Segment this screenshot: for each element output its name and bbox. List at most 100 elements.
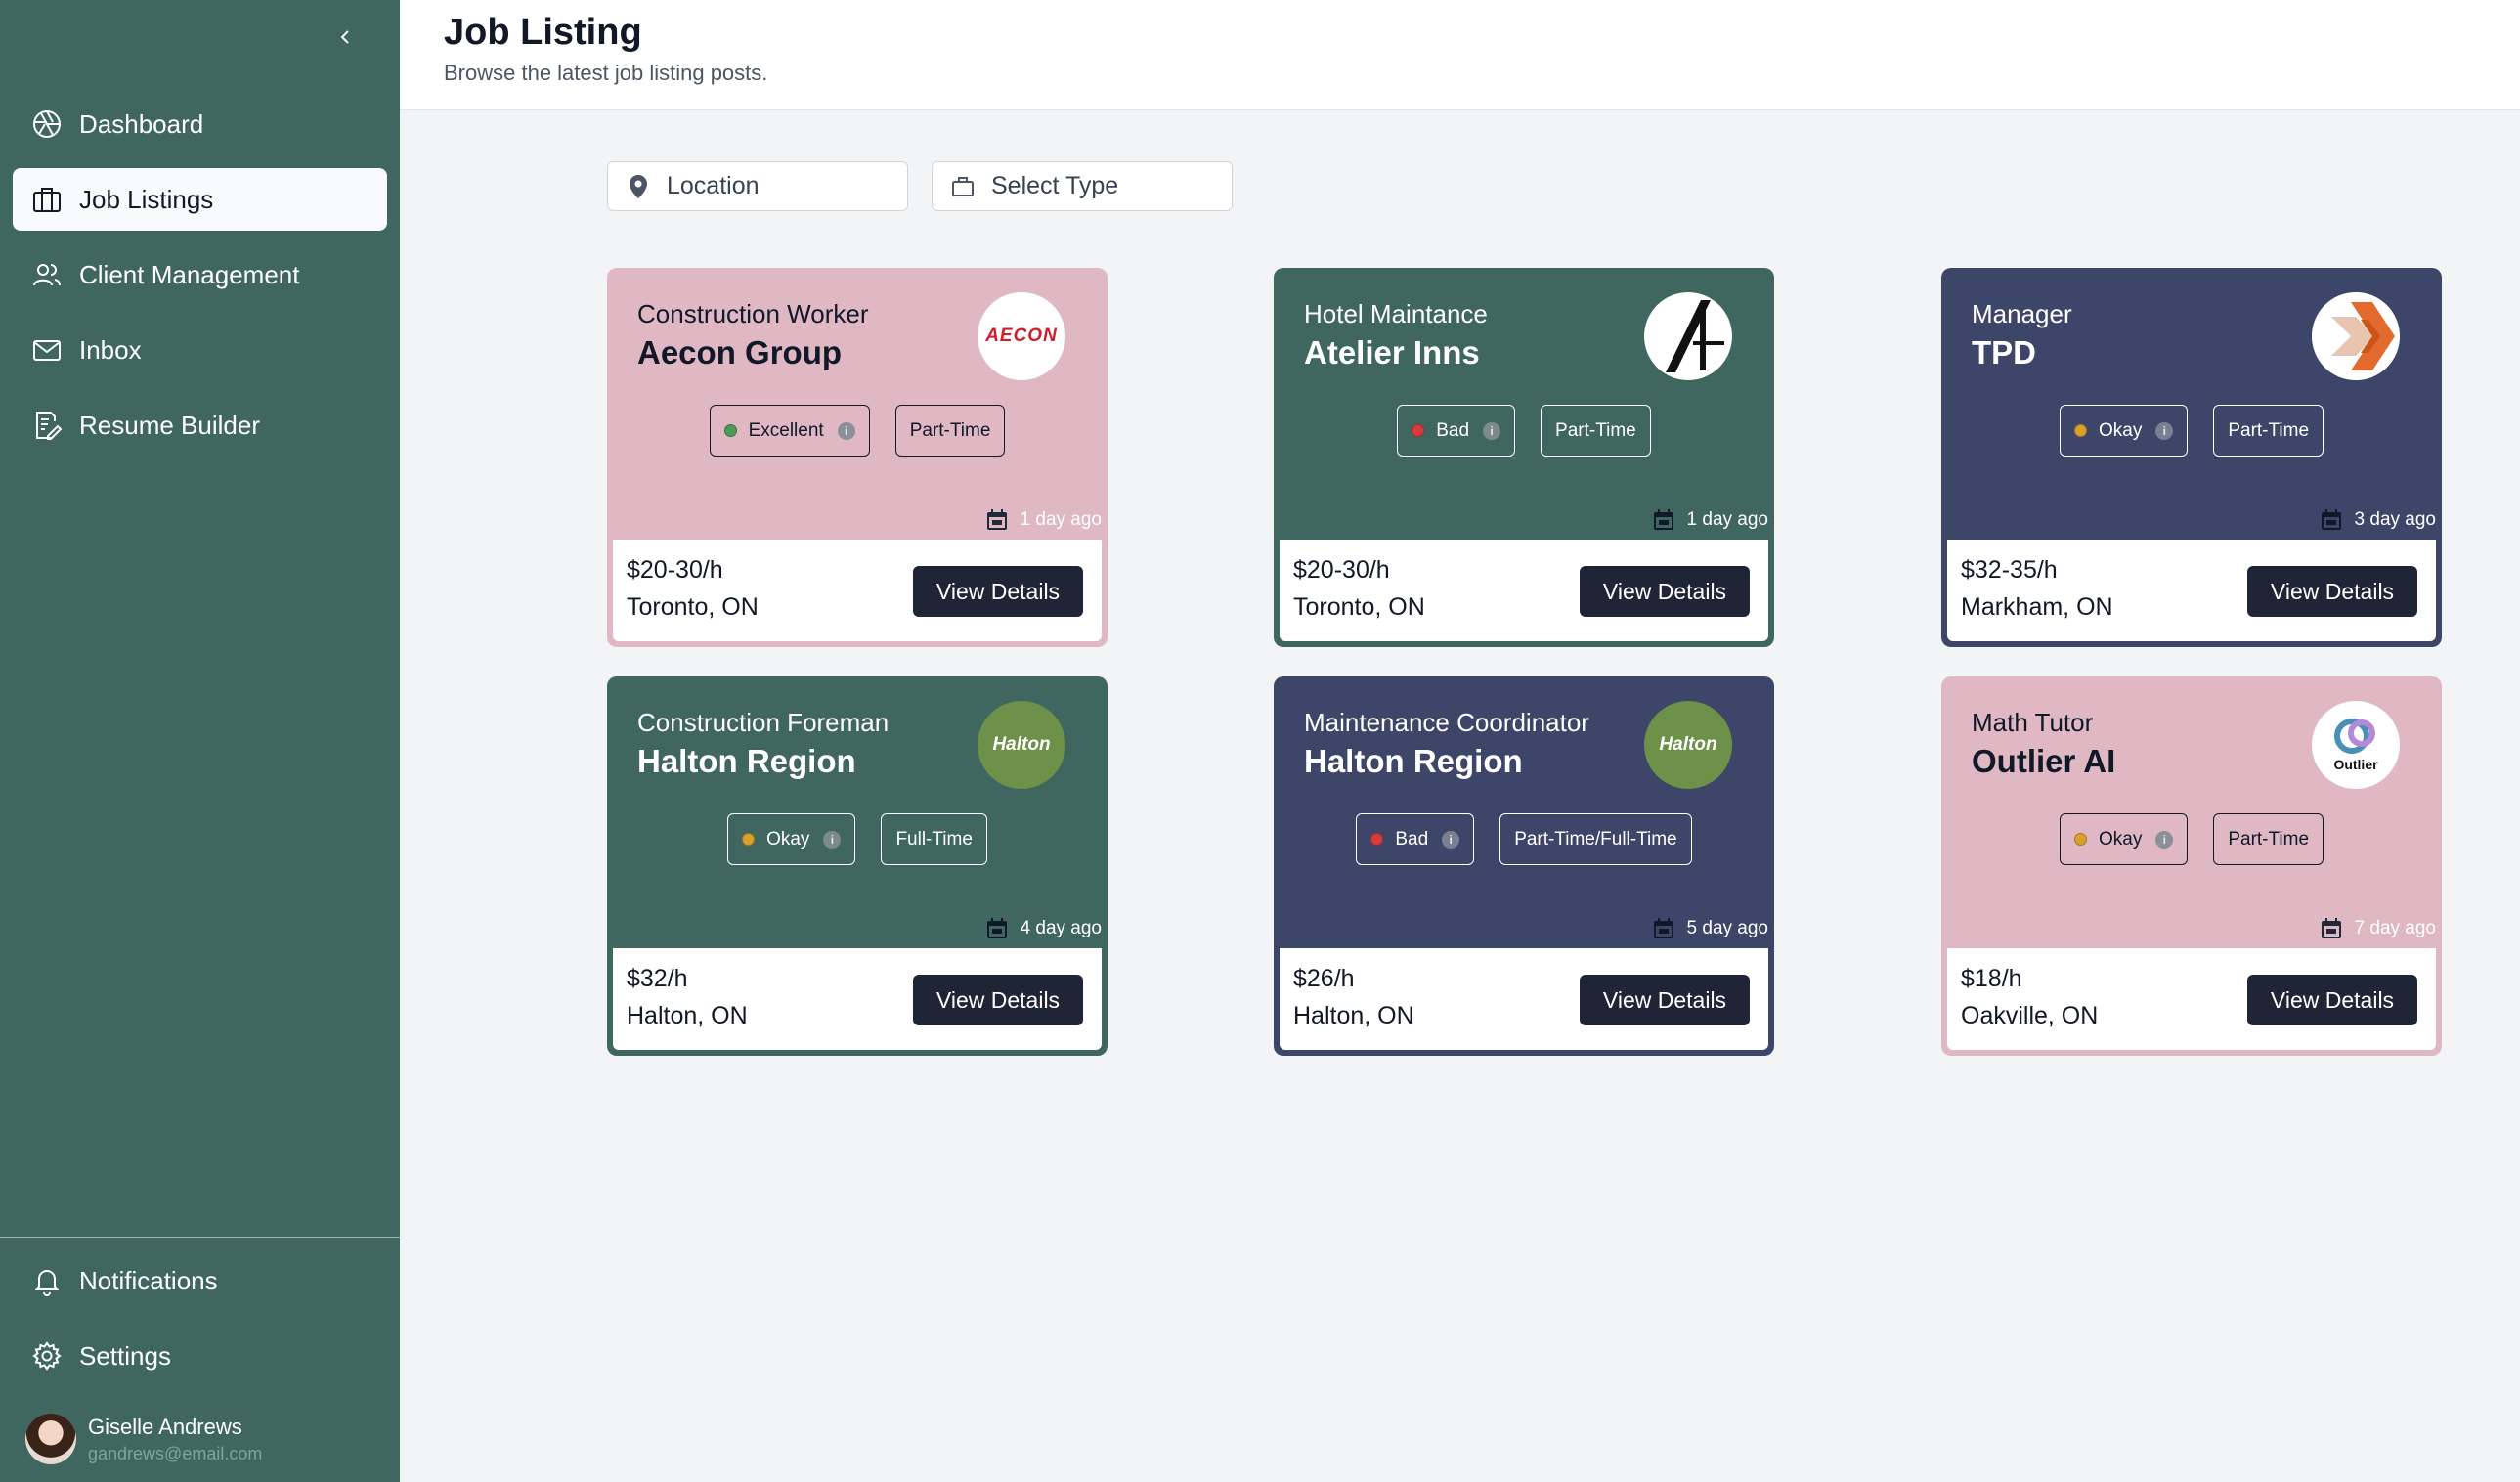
info-icon[interactable]: i xyxy=(2155,830,2174,849)
card-footer: $20-30/h Toronto, ON View Details xyxy=(613,540,1102,641)
company-logo xyxy=(2312,292,2400,380)
rating-label: Okay xyxy=(2098,828,2143,850)
salary: $18/h xyxy=(1961,965,2022,992)
sidebar-item-client-management[interactable]: Client Management xyxy=(13,243,387,306)
user-profile[interactable]: Giselle Andrews gandrews@email.com xyxy=(25,1414,262,1464)
view-details-button[interactable]: View Details xyxy=(1580,566,1750,617)
sidebar-item-label: Settings xyxy=(79,1340,171,1371)
job-title: Manager xyxy=(1972,299,2072,328)
posted-label: 7 day ago xyxy=(2354,918,2436,938)
calendar-icon xyxy=(2321,918,2341,938)
job-type-badge: Part-Time xyxy=(2213,405,2324,457)
job-card[interactable]: Construction Foreman Halton Region Halto… xyxy=(607,676,1108,1056)
company-logo-text: Halton xyxy=(992,734,1051,755)
calendar-icon xyxy=(1653,509,1673,530)
posted-date: 1 day ago xyxy=(985,509,1102,531)
job-location: Toronto, ON xyxy=(627,593,759,621)
posted-label: 3 day ago xyxy=(2354,509,2436,530)
company-name: TPD xyxy=(1972,334,2036,370)
job-type-label: Part-Time xyxy=(2228,828,2310,850)
type-filter[interactable]: Select Type xyxy=(932,161,1233,211)
sidebar-item-dashboard[interactable]: Dashboard xyxy=(13,93,387,155)
rating-badge: Excellent i xyxy=(709,405,870,457)
view-details-button[interactable]: View Details xyxy=(2247,566,2417,617)
sidebar-item-settings[interactable]: Settings xyxy=(13,1325,387,1387)
location-filter-label: Location xyxy=(667,172,760,199)
resume-edit-icon xyxy=(30,409,64,442)
job-tags: Okay i Part-Time xyxy=(1941,813,2442,865)
company-logo: AECON xyxy=(978,292,1065,380)
location-filter[interactable]: Location xyxy=(607,161,908,211)
rating-badge: Bad i xyxy=(1397,405,1516,457)
view-details-button[interactable]: View Details xyxy=(913,975,1083,1025)
job-location: Oakville, ON xyxy=(1961,1002,2099,1029)
calendar-icon xyxy=(1653,918,1673,938)
job-card[interactable]: Math Tutor Outlier AI Outlier Okay i Par… xyxy=(1941,676,2442,1056)
sidebar-item-resume-builder[interactable]: Resume Builder xyxy=(13,394,387,457)
job-type-badge: Full-Time xyxy=(881,813,987,865)
company-logo-text: Halton xyxy=(1659,734,1717,755)
type-filter-label: Select Type xyxy=(991,172,1119,199)
job-title: Construction Foreman xyxy=(637,708,890,737)
sidebar-item-job-listings[interactable]: Job Listings xyxy=(13,168,387,231)
salary: $26/h xyxy=(1293,965,1355,992)
job-card[interactable]: Maintenance Coordinator Halton Region Ha… xyxy=(1274,676,1774,1056)
card-footer: $32/h Halton, ON View Details xyxy=(613,948,1102,1050)
salary: $20-30/h xyxy=(1293,556,1390,584)
job-title: Maintenance Coordinator xyxy=(1304,708,1589,737)
salary: $32/h xyxy=(627,965,688,992)
bell-icon xyxy=(30,1264,64,1297)
company-logo: Halton xyxy=(1644,701,1732,789)
job-location: Halton, ON xyxy=(1293,1002,1414,1029)
company-name: Halton Region xyxy=(637,743,856,779)
card-footer: $18/h Oakville, ON View Details xyxy=(1947,948,2436,1050)
info-icon[interactable]: i xyxy=(1483,421,1501,440)
info-icon[interactable]: i xyxy=(837,421,855,440)
job-type-label: Full-Time xyxy=(895,828,973,850)
rating-badge: Bad i xyxy=(1356,813,1475,865)
status-dot xyxy=(723,424,737,437)
card-footer: $26/h Halton, ON View Details xyxy=(1280,948,1768,1050)
rating-label: Excellent xyxy=(748,419,824,441)
sidebar: Dashboard Job Listings Client Management… xyxy=(0,0,400,1482)
sidebar-item-label: Client Management xyxy=(79,259,300,289)
calendar-icon xyxy=(2321,509,2341,530)
sidebar-item-notifications[interactable]: Notifications xyxy=(13,1249,387,1312)
job-type-label: Part-Time xyxy=(2228,419,2310,441)
card-footer: $32-35/h Markham, ON View Details xyxy=(1947,540,2436,641)
job-card[interactable]: Construction Worker Aecon Group AECON Ex… xyxy=(607,268,1108,647)
posted-date: 4 day ago xyxy=(985,918,1102,939)
page-header: Job Listing Browse the latest job listin… xyxy=(400,0,2520,110)
info-icon[interactable]: i xyxy=(2155,421,2174,440)
sidebar-item-label: Notifications xyxy=(79,1265,218,1295)
posted-date: 5 day ago xyxy=(1652,918,1768,939)
map-pin-icon xyxy=(626,174,651,199)
sidebar-item-label: Job Listings xyxy=(79,184,214,214)
rating-label: Bad xyxy=(1436,419,1470,441)
status-dot xyxy=(742,833,756,846)
view-details-button[interactable]: View Details xyxy=(1580,975,1750,1025)
aperture-icon xyxy=(30,108,64,141)
user-email: gandrews@email.com xyxy=(88,1443,263,1463)
view-details-button[interactable]: View Details xyxy=(2247,975,2417,1025)
job-type-badge: Part-Time xyxy=(894,405,1006,457)
job-type-badge: Part-Time/Full-Time xyxy=(1499,813,1692,865)
job-location: Toronto, ON xyxy=(1293,593,1425,621)
info-icon[interactable]: i xyxy=(1442,830,1460,849)
job-location: Markham, ON xyxy=(1961,593,2113,621)
view-details-button[interactable]: View Details xyxy=(913,566,1083,617)
info-icon[interactable]: i xyxy=(823,830,842,849)
rating-label: Okay xyxy=(2098,419,2143,441)
job-tags: Okay i Full-Time xyxy=(607,813,1108,865)
job-title: Construction Worker xyxy=(637,299,869,328)
job-card[interactable]: Hotel Maintance Atelier Inns Bad i Part-… xyxy=(1274,268,1774,647)
chevron-left-icon[interactable] xyxy=(332,23,360,51)
calendar-icon xyxy=(986,918,1007,938)
mail-icon xyxy=(30,333,64,367)
salary: $20-30/h xyxy=(627,556,723,584)
sidebar-item-inbox[interactable]: Inbox xyxy=(13,319,387,381)
job-tags: Okay i Part-Time xyxy=(1941,405,2442,457)
job-card[interactable]: Manager TPD Okay i Part-Time 3 day ago $… xyxy=(1941,268,2442,647)
company-name: Halton Region xyxy=(1304,743,1523,779)
sidebar-item-label: Dashboard xyxy=(79,109,204,139)
